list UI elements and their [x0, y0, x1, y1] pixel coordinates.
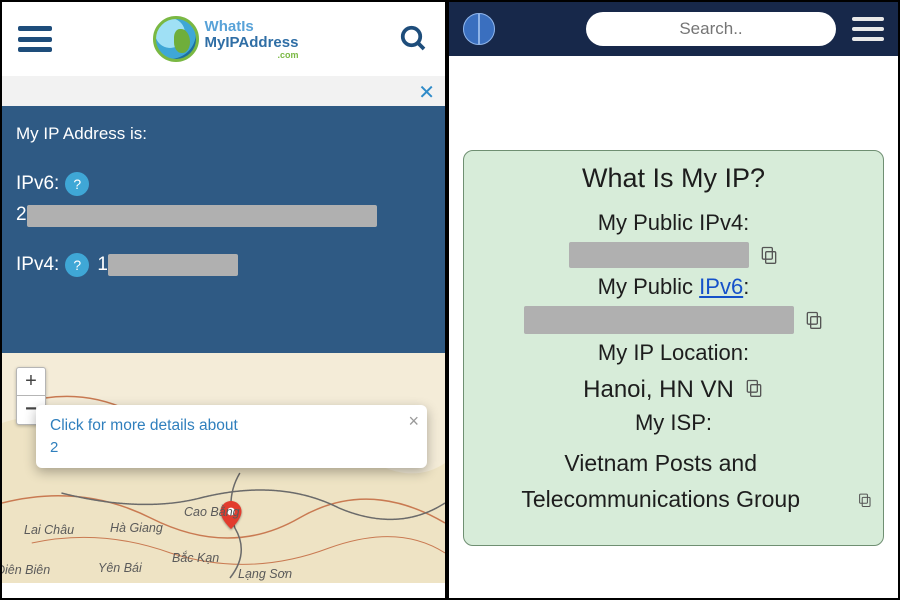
- ipv4-label: My Public IPv4:: [474, 210, 873, 236]
- ipv6-label: My Public IPv6:: [474, 274, 873, 300]
- globe-icon: [153, 16, 199, 62]
- ipv4-label: IPv4:: [16, 254, 59, 276]
- ip-panel: My IP Address is: IPv6: ? 2 IPv4: ? 1: [2, 106, 445, 353]
- search-input[interactable]: [586, 12, 836, 46]
- search-icon[interactable]: [399, 24, 429, 54]
- copy-icon[interactable]: [759, 244, 779, 266]
- city-label: Yên Bái: [98, 561, 142, 575]
- ipv6-value[interactable]: 2: [16, 204, 431, 227]
- ipv4-redacted: [108, 254, 238, 276]
- left-header: WhatIs MyIPAddress .com: [2, 2, 445, 76]
- city-label: Lai Châu: [24, 523, 74, 537]
- copy-icon[interactable]: [804, 309, 824, 331]
- site-logo-icon[interactable]: [463, 13, 495, 45]
- ipv6-row: IPv6: ?: [16, 172, 431, 196]
- ip-info-card: What Is My IP? My Public IPv4: My Public…: [463, 150, 884, 546]
- map-popup: × Click for more details about 2: [36, 405, 427, 468]
- location-label: My IP Location:: [474, 340, 873, 366]
- ip-title: My IP Address is:: [16, 124, 431, 144]
- help-icon[interactable]: ?: [65, 253, 89, 277]
- zoom-in-button[interactable]: +: [17, 368, 45, 396]
- ipv4-row: IPv4: ? 1: [16, 253, 431, 277]
- ipv6-label: IPv6:: [16, 173, 59, 195]
- menu-icon[interactable]: [852, 17, 884, 41]
- ipv6-link[interactable]: IPv6: [699, 274, 743, 299]
- ipv6-redacted: [27, 205, 377, 227]
- logo-text: WhatIs MyIPAddress .com: [205, 19, 299, 60]
- city-label: Cao Bằng: [184, 505, 240, 519]
- city-label: Điên Biên: [2, 563, 50, 577]
- site-logo[interactable]: WhatIs MyIPAddress .com: [153, 16, 299, 62]
- city-label: Bắc Kạn: [172, 551, 219, 565]
- ipv6-redacted: [524, 306, 794, 334]
- copy-icon[interactable]: [744, 377, 764, 399]
- menu-icon[interactable]: [18, 26, 52, 52]
- search-field[interactable]: [586, 12, 836, 46]
- close-icon[interactable]: ×: [408, 411, 419, 432]
- help-icon[interactable]: ?: [65, 172, 89, 196]
- isp-value: Vietnam Posts and Telecommunications Gro…: [474, 446, 847, 517]
- popup-ip-fragment: 2: [50, 439, 397, 456]
- isp-label: My ISP:: [474, 410, 873, 436]
- city-label: Lạng Sơn: [238, 567, 292, 581]
- close-icon[interactable]: ✕: [418, 80, 435, 105]
- card-title: What Is My IP?: [474, 163, 873, 194]
- location-value: Hanoi, HN VN: [583, 376, 734, 404]
- details-link[interactable]: Click for more details about: [50, 417, 238, 434]
- ad-strip: ✕: [2, 76, 445, 106]
- right-header: [449, 2, 898, 56]
- ipv4-redacted: [569, 242, 749, 268]
- map-bg: [2, 353, 445, 583]
- location-map[interactable]: + − × Click for more details about 2 Lai…: [2, 353, 445, 583]
- copy-icon[interactable]: [857, 489, 873, 511]
- city-label: Hà Giang: [110, 521, 163, 535]
